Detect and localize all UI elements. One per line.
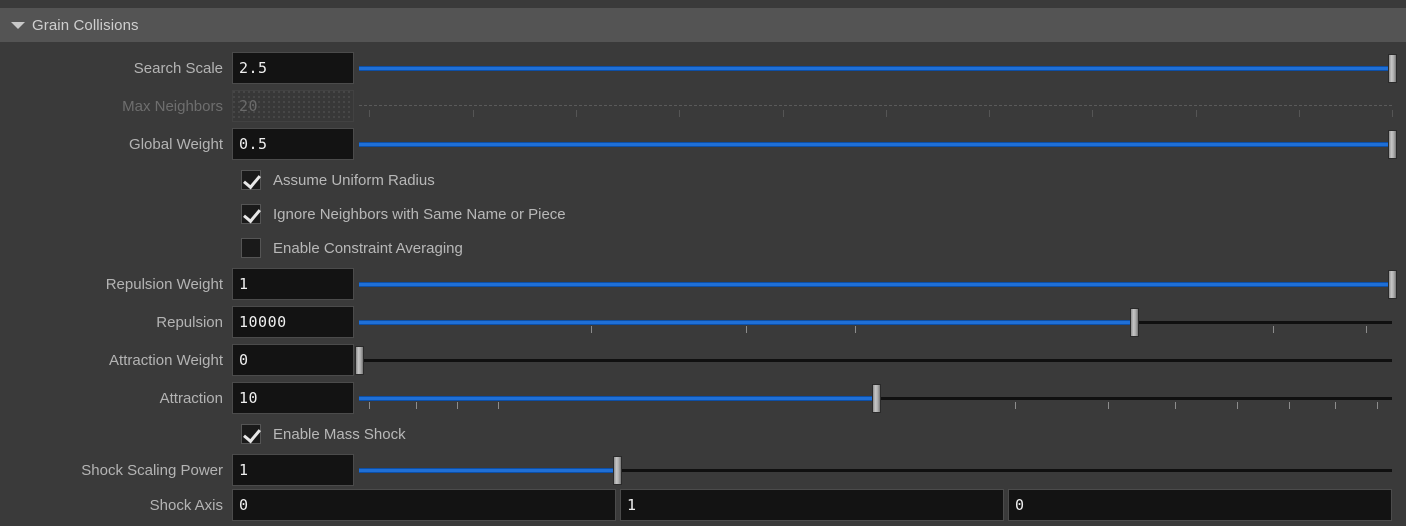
slider-fill	[359, 67, 1392, 70]
checkbox-assume-uniform-radius[interactable]	[241, 170, 261, 190]
slider-fill	[359, 283, 1392, 286]
caret-down-icon[interactable]	[11, 18, 25, 32]
param-slider-repulsion[interactable]	[359, 306, 1392, 338]
param-slider-global-weight[interactable]	[359, 128, 1397, 160]
checkbox-label-ignore-neighbors-same-name-or-piece[interactable]: Ignore Neighbors with Same Name or Piece	[273, 206, 566, 223]
slider-fill	[359, 143, 1392, 146]
slider-ticks	[359, 110, 1393, 117]
param-input-shock-axis-2[interactable]: 0	[1008, 489, 1392, 521]
slider-handle[interactable]	[1129, 308, 1139, 337]
param-slider-search-scale[interactable]	[359, 52, 1397, 84]
param-label-repulsion-weight: Repulsion Weight	[105, 275, 223, 293]
slider-handle[interactable]	[871, 384, 881, 413]
param-label-global-weight: Global Weight	[129, 135, 223, 153]
param-input-shock-axis-1[interactable]: 1	[620, 489, 1004, 521]
param-input-attraction[interactable]: 10	[232, 382, 354, 414]
param-input-max-neighbors: 20	[232, 90, 354, 122]
param-row-max-neighbors: Max Neighbors 20	[0, 90, 1406, 122]
param-label-attraction: Attraction	[159, 389, 223, 407]
param-slider-shock-scaling-power[interactable]	[359, 454, 1392, 486]
param-slider-attraction[interactable]	[359, 382, 1392, 414]
slider-handle[interactable]	[613, 456, 623, 485]
param-label-max-neighbors: Max Neighbors	[122, 97, 223, 115]
param-label-search-scale: Search Scale	[133, 59, 223, 77]
param-input-repulsion[interactable]: 10000	[232, 306, 354, 338]
slider-fill	[359, 469, 618, 472]
checkbox-enable-constraint-averaging[interactable]	[241, 238, 261, 258]
checkbox-label-enable-constraint-averaging[interactable]: Enable Constraint Averaging	[273, 240, 463, 257]
param-input-search-scale[interactable]: 2.5	[232, 52, 354, 84]
section-header-grain-collisions[interactable]: Grain Collisions	[0, 8, 1406, 42]
vector-fields: 010	[232, 489, 1392, 521]
param-input-global-weight[interactable]: 0.5	[232, 128, 354, 160]
grain-collisions-panel: Grain Collisions Search Scale 2.5 Max Neig…	[0, 0, 1406, 526]
param-input-attraction-weight[interactable]: 0	[232, 344, 354, 376]
slider-track	[359, 359, 1392, 362]
toggle-row-enable-mass-shock: Enable Mass Shock	[0, 420, 1406, 448]
slider-handle[interactable]	[1388, 270, 1397, 299]
slider-handle[interactable]	[1388, 54, 1397, 83]
section-title: Grain Collisions	[32, 16, 139, 34]
param-row-repulsion-weight: Repulsion Weight 1	[0, 268, 1406, 300]
param-input-repulsion-weight[interactable]: 1	[232, 268, 354, 300]
checkbox-enable-mass-shock[interactable]	[241, 424, 261, 444]
param-label-repulsion: Repulsion	[156, 313, 223, 331]
checkbox-label-enable-mass-shock[interactable]: Enable Mass Shock	[273, 426, 406, 443]
param-slider-max-neighbors	[359, 90, 1393, 122]
toggle-row-ignore-neighbors-same-name-or-piece: Ignore Neighbors with Same Name or Piece	[0, 200, 1406, 228]
param-label-attraction-weight: Attraction Weight	[109, 351, 223, 369]
param-label-shock-scaling-power: Shock Scaling Power	[81, 461, 223, 479]
checkbox-ignore-neighbors-same-name-or-piece[interactable]	[241, 204, 261, 224]
param-row-shock-scaling-power: Shock Scaling Power 1	[0, 454, 1406, 486]
param-input-shock-axis-0[interactable]: 0	[232, 489, 616, 521]
param-row-global-weight: Global Weight 0.5	[0, 128, 1406, 160]
toggle-row-enable-constraint-averaging: Enable Constraint Averaging	[0, 234, 1406, 262]
slider-fill	[359, 321, 1134, 324]
slider-track	[359, 105, 1392, 106]
param-row-attraction: Attraction 10	[0, 382, 1406, 414]
param-slider-repulsion-weight[interactable]	[359, 268, 1397, 300]
toggle-row-assume-uniform-radius: Assume Uniform Radius	[0, 166, 1406, 194]
param-input-shock-scaling-power[interactable]: 1	[232, 454, 354, 486]
param-row-shock-axis: Shock Axis 0 1 0	[0, 489, 1406, 521]
slider-ticks	[359, 326, 1392, 333]
param-row-repulsion: Repulsion 10000	[0, 306, 1406, 338]
slider-handle[interactable]	[1388, 130, 1397, 159]
slider-fill	[359, 397, 876, 400]
checkbox-label-assume-uniform-radius[interactable]: Assume Uniform Radius	[273, 172, 435, 189]
slider-handle[interactable]	[355, 346, 364, 375]
param-label-shock-axis: Shock Axis	[149, 496, 223, 514]
param-row-search-scale: Search Scale 2.5	[0, 52, 1406, 84]
param-slider-attraction-weight[interactable]	[355, 344, 1392, 376]
param-row-attraction-weight: Attraction Weight 0	[0, 344, 1406, 376]
